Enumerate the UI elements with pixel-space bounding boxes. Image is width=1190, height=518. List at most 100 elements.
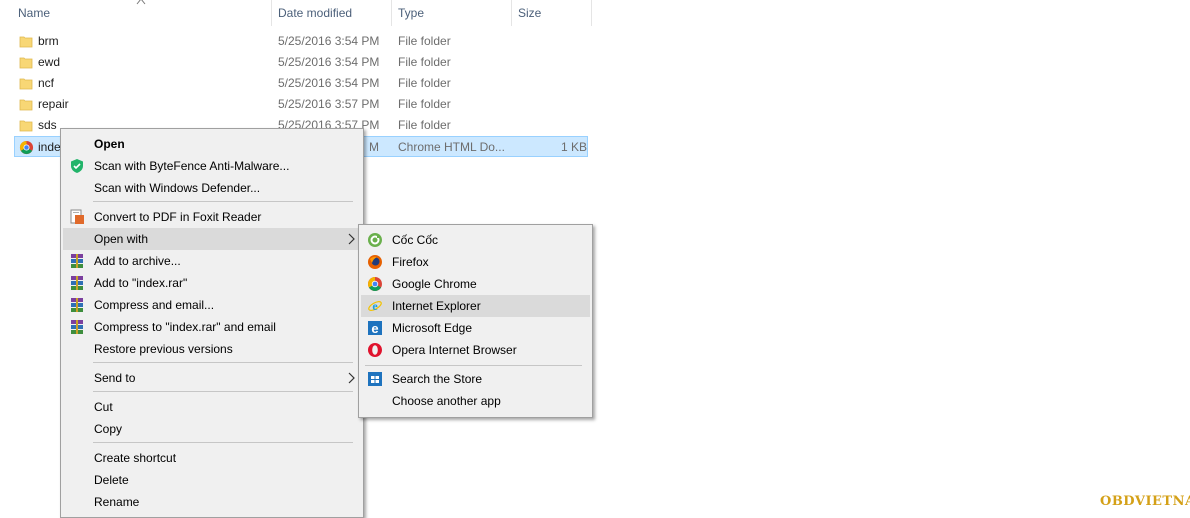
chevron-right-icon [348,372,355,384]
menu-item-label: Copy [94,422,123,436]
menu-item-label: Microsoft Edge [392,321,473,335]
folder-icon [19,57,33,69]
app-firefox[interactable]: Firefox [361,251,590,273]
file-type: File folder [398,55,451,69]
edge-icon: e [368,321,382,336]
column-type[interactable]: Type [392,0,512,26]
app-search-store[interactable]: Search the Store [361,368,590,390]
menu-item-label: Open [94,137,125,151]
file-row-repair[interactable]: repair 5/25/2016 3:57 PM File folder [14,94,588,115]
folder-icon [19,99,33,111]
chrome-icon [368,277,382,291]
menu-item-copy[interactable]: Copy [63,418,361,440]
file-type: File folder [398,76,451,90]
file-type: File folder [398,97,451,111]
menu-item-label: Choose another app [392,394,501,408]
app-opera[interactable]: Opera Internet Browser [361,339,590,361]
menu-item-scan-defender[interactable]: Scan with Windows Defender... [63,177,361,199]
menu-item-label: Internet Explorer [392,299,481,313]
folder-icon [19,78,33,90]
menu-item-label: Google Chrome [392,277,477,291]
file-type: Chrome HTML Do... [398,140,505,154]
winrar-icon [71,254,83,268]
menu-item-label: Compress and email... [94,298,215,312]
menu-item-send-to[interactable]: Send to [63,367,361,389]
menu-item-cut[interactable]: Cut [63,396,361,418]
menu-item-label: Scan with ByteFence Anti-Malware... [94,159,290,173]
winrar-icon [71,320,83,334]
menu-item-label: Opera Internet Browser [392,343,517,357]
menu-item-label: Add to "index.rar" [94,276,188,290]
menu-item-convert-pdf[interactable]: Convert to PDF in Foxit Reader [63,206,361,228]
file-name: inde [38,140,61,154]
menu-item-label: Cốc Cốc [392,233,439,247]
foxit-pdf-icon [70,209,84,224]
file-row-ewd[interactable]: ewd 5/25/2016 3:54 PM File folder [14,52,588,73]
menu-item-compress-rar-email[interactable]: Compress to "index.rar" and email [63,316,361,338]
bytefence-shield-icon [71,159,83,173]
file-name: sds [38,118,57,132]
file-type: File folder [398,34,451,48]
menu-item-label: Rename [94,495,140,509]
menu-separator [93,442,353,443]
folder-icon [19,36,33,48]
menu-separator [93,362,353,363]
file-name: repair [38,97,69,111]
menu-separator [93,201,353,202]
menu-item-label: Scan with Windows Defender... [94,181,261,195]
column-size[interactable]: Size [512,0,592,26]
menu-item-label: Open with [94,232,149,246]
context-menu: Open Scan with ByteFence Anti-Malware...… [60,128,364,518]
file-type: File folder [398,118,451,132]
chevron-right-icon [348,233,355,245]
menu-item-restore-previous[interactable]: Restore previous versions [63,338,361,360]
app-choose-another[interactable]: Choose another app [361,390,590,412]
file-name: brm [38,34,59,48]
menu-item-label: Cut [94,400,113,414]
menu-item-compress-email[interactable]: Compress and email... [63,294,361,316]
coc-coc-icon [368,233,382,247]
menu-item-add-archive[interactable]: Add to archive... [63,250,361,272]
winrar-icon [71,298,83,312]
column-size-label: Size [518,6,542,20]
menu-item-scan-bytefence[interactable]: Scan with ByteFence Anti-Malware... [63,155,361,177]
column-type-label: Type [398,6,425,20]
column-date-label: Date modified [278,6,353,20]
firefox-icon [368,255,382,269]
menu-item-label: Add to archive... [94,254,181,268]
menu-item-label: Search the Store [392,372,483,386]
menu-item-rename[interactable]: Rename [63,491,361,513]
file-row-brm[interactable]: brm 5/25/2016 3:54 PM File folder [14,31,588,52]
open-with-submenu: Cốc Cốc Firefox Google Chrome e Internet… [358,224,593,418]
menu-separator [93,391,353,392]
file-size: 1 KB [561,140,588,154]
store-icon [368,372,382,386]
folder-icon [19,120,33,132]
menu-item-create-shortcut[interactable]: Create shortcut [63,447,361,469]
app-internet-explorer[interactable]: e Internet Explorer [361,295,590,317]
menu-item-label: Firefox [392,255,429,269]
file-name: ncf [38,76,55,90]
file-date: M [369,140,379,154]
column-name[interactable]: Name [12,0,272,26]
menu-item-label: Send to [94,371,136,385]
menu-item-open[interactable]: Open [63,133,361,155]
menu-item-open-with[interactable]: Open with [63,228,361,250]
menu-item-label: Restore previous versions [94,342,233,356]
menu-item-label: Compress to "index.rar" and email [94,320,276,334]
file-row-ncf[interactable]: ncf 5/25/2016 3:54 PM File folder [14,73,588,94]
app-coc-coc[interactable]: Cốc Cốc [361,229,590,251]
app-google-chrome[interactable]: Google Chrome [361,273,590,295]
menu-item-label: Delete [94,473,129,487]
app-microsoft-edge[interactable]: e Microsoft Edge [361,317,590,339]
column-name-label: Name [18,6,51,20]
column-date-modified[interactable]: Date modified [272,0,392,26]
menu-separator [365,365,582,366]
chrome-icon [19,140,34,155]
svg-text:e: e [372,299,378,313]
file-date: 5/25/2016 3:57 PM [278,97,380,111]
menu-item-add-rar[interactable]: Add to "index.rar" [63,272,361,294]
file-date: 5/25/2016 3:54 PM [278,76,380,90]
menu-item-delete[interactable]: Delete [63,469,361,491]
column-header-bar: Name Date modified Type Size [0,0,592,26]
